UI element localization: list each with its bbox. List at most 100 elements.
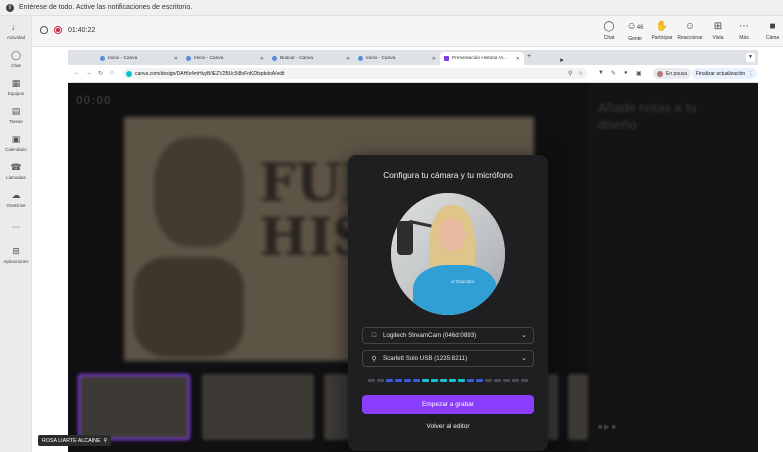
browser-tab[interactable]: Buscar - Canva ✕ (268, 52, 354, 65)
app-rail: ♩ Actividad ◯ Chat ▦ Equipos ▤ Tareas ▣ … (0, 16, 32, 452)
mic-level-segment (413, 379, 420, 382)
microphone-icon: ⚲ (371, 355, 377, 363)
extension-icon[interactable]: ▼ (598, 70, 604, 76)
camera-select-value: Logitech StreamCam (046d:0893) (383, 332, 477, 339)
browser-tab-active[interactable]: Presentación Historia Vi... ✕ (440, 52, 524, 65)
grid-icon: ⊞ (713, 21, 723, 32)
microphone-select[interactable]: ⚲ Scarlett Solo USB (1235:8211) ⌄ (362, 350, 534, 367)
meeting-status: 01:40:22 (40, 26, 95, 34)
rail-item-calendar[interactable]: ▣ Calendario (0, 133, 32, 152)
close-icon[interactable]: ✕ (516, 56, 520, 62)
apps-icon: ⊞ (12, 246, 20, 256)
teams-icon: ▦ (11, 78, 21, 88)
cloud-icon: ☁ (11, 190, 21, 200)
rail-item-tasks[interactable]: ▤ Tareas (0, 105, 32, 124)
video-camera-icon: □ (371, 332, 377, 339)
slide-thumbnail[interactable] (202, 374, 314, 440)
calendar-icon: ▣ (11, 134, 21, 144)
canva-favicon-icon (100, 56, 105, 61)
canva-favicon-icon (444, 56, 449, 61)
rail-item-label: Tareas (9, 119, 23, 124)
back-to-editor-label: Volver al editor (426, 423, 470, 430)
close-icon[interactable]: ✕ (260, 56, 264, 62)
chevron-down-icon[interactable]: ▼ (746, 53, 755, 62)
rail-item-chat[interactable]: ◯ Chat (0, 49, 32, 68)
chat-button[interactable]: ◯ Chat (595, 21, 623, 41)
new-tab-icon[interactable]: + (527, 53, 531, 60)
rail-item-label: Calendario (5, 147, 27, 152)
shirt-text: or Educator (451, 279, 475, 284)
rail-item-label: Llamadas (6, 175, 26, 180)
view-button[interactable]: ⊞ Vista (704, 21, 732, 41)
mic-level-segment (485, 379, 492, 382)
mic-level-segment (395, 379, 402, 382)
more-button[interactable]: ⋯ Más (730, 21, 758, 41)
canva-favicon-icon (358, 56, 363, 61)
back-icon[interactable]: ← (74, 70, 80, 76)
rail-item-onedrive[interactable]: ☁ OneDrive (0, 189, 32, 208)
rail-item-calls[interactable]: ☎ Llamadas (0, 161, 32, 180)
camera-button-label: Cáma (765, 35, 780, 41)
browser-tab[interactable]: Inicio - Canva ✕ (96, 52, 182, 65)
reload-icon[interactable]: ↻ (98, 70, 103, 77)
more-icon: ⋮ (748, 70, 754, 77)
camera-select[interactable]: □ Logitech StreamCam (046d:0893) ⌄ (362, 327, 534, 344)
react-button[interactable]: ☺ Reaccionar (676, 21, 704, 41)
bell-icon: ♩ (11, 22, 21, 32)
canva-favicon-icon (272, 56, 277, 61)
raise-hand-label: Participar (651, 35, 673, 41)
rail-item-label: Equipos (7, 91, 25, 96)
more-button-label: Más (739, 35, 749, 41)
update-button[interactable]: Finalizar actualización ⋮ (692, 68, 758, 79)
chevron-down-icon: ⌄ (521, 332, 527, 339)
star-icon[interactable]: ☆ (578, 70, 583, 77)
browser-tab[interactable]: Inicio - Canva ✕ (182, 52, 268, 65)
chevron-down-icon: ⌄ (521, 355, 527, 362)
rail-item-teams[interactable]: ▦ Equipos (0, 77, 32, 96)
people-icon: ☺46 (626, 21, 644, 32)
close-icon[interactable]: ✕ (174, 56, 178, 62)
rail-item-activity[interactable]: ♩ Actividad (0, 21, 32, 40)
raise-hand-button[interactable]: ✋ Participar (648, 21, 676, 41)
close-icon[interactable]: ✕ (346, 56, 350, 62)
mic-level-segment (404, 379, 411, 382)
slide-decoration (154, 137, 244, 247)
tab-label: Inicio - Canva (366, 56, 396, 61)
hand-icon: ✋ (655, 21, 669, 32)
recording-icon (54, 26, 62, 34)
canva-favicon-icon (186, 56, 191, 61)
shared-screen: Inicio - Canva ✕ Inicio - Canva ✕ Buscar… (32, 47, 783, 452)
mic-level-segment (440, 379, 447, 382)
slide-thumbnail[interactable] (78, 374, 190, 440)
mic-level-segment (494, 379, 501, 382)
avatar (657, 70, 663, 77)
url-field[interactable]: canva.com/design/DAHIz4mHuyB/iEZV2BUc5i8… (122, 68, 587, 79)
microphone-select-value: Scarlett Solo USB (1235:8211) (383, 355, 468, 362)
tab-label: Inicio - Canva (108, 56, 138, 61)
tab-label: Presentación Historia Vi... (452, 56, 508, 61)
participant-name-tag: ROSA LIARTE ALCAINE ⚲ (38, 435, 112, 446)
puzzle-icon[interactable]: ▣ (636, 70, 642, 77)
browser-tab[interactable]: Inicio - Canva ✕ (354, 52, 440, 65)
notes-panel: Añade notas a tu diseño (588, 83, 758, 452)
home-icon[interactable]: ⌂ (110, 70, 114, 76)
rail-item-more[interactable]: ⋯ (0, 221, 32, 235)
mic-level-segment (377, 379, 384, 382)
camera-button[interactable]: ■ Cáma (762, 21, 783, 41)
recording-setup-dialog: Configura tu cámara y tu micrófono or Ed… (348, 155, 548, 451)
extension-icon[interactable]: ● (624, 70, 628, 76)
slide-thumbnail[interactable] (568, 374, 588, 440)
zoom-icon[interactable]: ⚲ (568, 70, 572, 77)
start-recording-button[interactable]: Empezar a grabar (362, 395, 534, 414)
pen-icon[interactable]: ✎ (611, 70, 616, 77)
profile-paused[interactable]: En pausa (653, 68, 692, 79)
rail-item-apps[interactable]: ⊞ Aplicaciones (0, 245, 32, 264)
rail-item-label: Aplicaciones (3, 259, 29, 264)
back-to-editor-link[interactable]: Volver al editor (348, 423, 548, 430)
people-button[interactable]: ☺46 Gente (621, 21, 649, 42)
close-icon[interactable]: ✕ (432, 56, 436, 62)
notes-placeholder: Añade notas a tu diseño (598, 100, 697, 132)
chat-button-label: Chat (603, 35, 615, 41)
mic-level-segment (422, 379, 429, 382)
forward-icon[interactable]: → (86, 70, 92, 76)
